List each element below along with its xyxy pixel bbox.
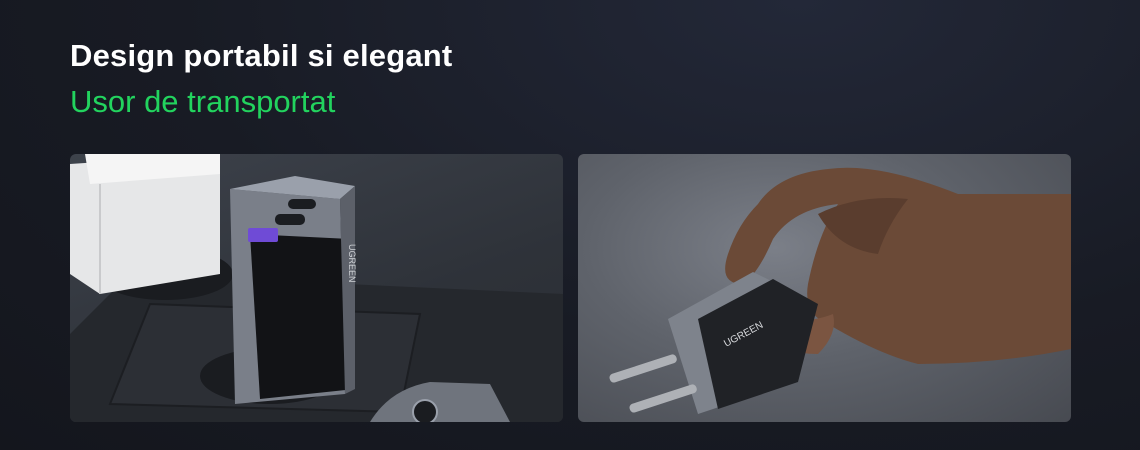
headline: Design portabil si elegant	[70, 38, 453, 73]
photo-hand-holding-charger: UGREEN	[578, 154, 1071, 422]
brand-mark-left: UGREEN	[347, 244, 357, 283]
usb-c-port-1	[288, 199, 316, 209]
hand-holding-charger-illustration: UGREEN	[609, 167, 1071, 414]
photo-charger-in-socket: UGREEN	[70, 154, 563, 422]
plug-pin-1	[609, 354, 677, 383]
charger-in-socket-illustration: UGREEN	[70, 154, 563, 422]
charger-black-face	[250, 234, 355, 399]
plug-pin-2	[629, 384, 697, 413]
phone-camera	[412, 399, 438, 422]
usb-c-port-2	[275, 214, 305, 225]
usb-a-port	[248, 228, 278, 242]
subline: Usor de transportat	[70, 84, 336, 119]
